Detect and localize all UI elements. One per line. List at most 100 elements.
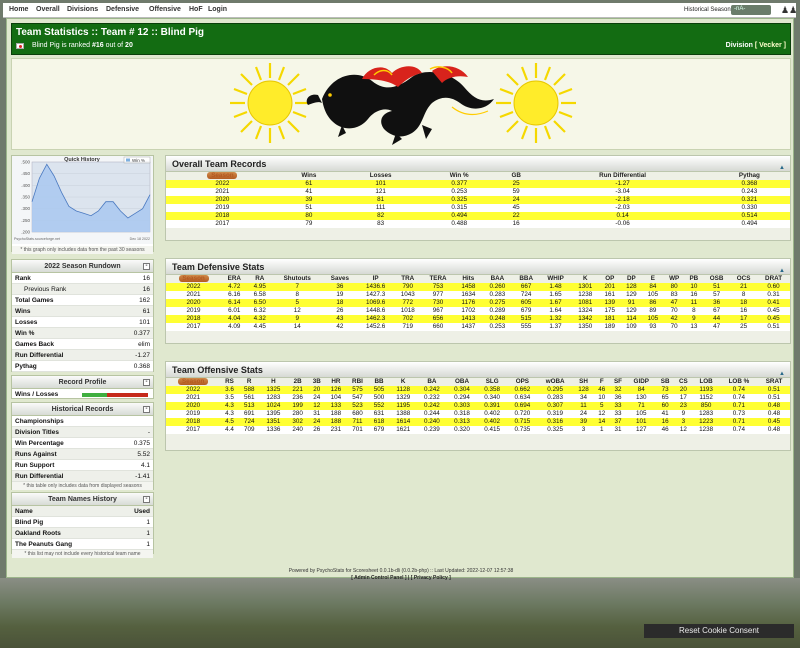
column-header[interactable]: WP <box>664 275 685 283</box>
column-header[interactable]: Season <box>166 275 221 283</box>
column-header[interactable]: SB <box>656 378 674 386</box>
column-header[interactable]: Wins <box>279 172 339 180</box>
column-header[interactable]: Win % <box>422 172 496 180</box>
column-header[interactable]: OPS <box>507 378 537 386</box>
collapse-arrow-icon[interactable]: ▲ <box>779 366 785 382</box>
users-icon[interactable]: ♟♟ <box>781 6 797 15</box>
admin-panel-link[interactable]: [ Admin Control Panel ] <box>351 575 406 581</box>
column-header[interactable]: DP <box>621 275 643 283</box>
table-cell: 16 <box>684 291 704 300</box>
column-header[interactable]: ERA <box>221 275 247 283</box>
table-cell: 240 <box>287 426 309 435</box>
column-header[interactable]: BA <box>417 378 447 386</box>
column-header[interactable]: DRAT <box>757 275 790 283</box>
column-header[interactable]: PB <box>685 275 704 283</box>
table-cell: 575 <box>346 386 369 395</box>
division-link[interactable]: [ Vecker ] <box>755 42 786 49</box>
reset-cookie-button[interactable]: Reset Cookie Consent <box>644 624 794 638</box>
sort-season-button[interactable]: Season <box>207 172 238 179</box>
table-cell: 2017 <box>166 426 221 435</box>
nav-home[interactable]: Home <box>9 6 28 13</box>
column-header[interactable]: HR <box>325 378 346 386</box>
column-header[interactable]: RS <box>220 378 238 386</box>
table-cell: 0.320 <box>446 426 478 435</box>
nav-hof[interactable]: HoF <box>189 6 203 13</box>
column-header[interactable]: Season <box>166 172 279 180</box>
table-cell: 0.715 <box>507 418 538 427</box>
collapse-icon[interactable]: - <box>143 263 150 270</box>
nav-divisions[interactable]: Divisions <box>67 6 98 13</box>
column-header[interactable]: RA <box>247 275 272 283</box>
nav-login[interactable]: Login <box>208 6 227 13</box>
table-cell: 41 <box>278 188 339 197</box>
column-header[interactable]: OP <box>599 275 621 283</box>
column-header[interactable]: wOBA <box>537 378 572 386</box>
column-header[interactable]: K <box>571 275 599 283</box>
column-header[interactable]: BAA <box>482 275 513 283</box>
column-header[interactable]: 2B <box>287 378 308 386</box>
table-cell: 8 <box>272 291 323 300</box>
column-header[interactable]: CS <box>674 378 692 386</box>
column-header[interactable]: E <box>642 275 664 283</box>
table-cell: 679 <box>368 426 390 435</box>
column-header[interactable]: SF <box>609 378 626 386</box>
column-header[interactable]: Season <box>166 378 220 386</box>
nav-overall[interactable]: Overall <box>36 6 60 13</box>
table-cell: 8 <box>730 291 758 300</box>
table-cell: 11 <box>572 402 595 411</box>
column-header[interactable]: GIDP <box>626 378 656 386</box>
column-header[interactable]: SLG <box>477 378 507 386</box>
column-header[interactable]: SH <box>573 378 594 386</box>
column-header[interactable]: Saves <box>323 275 358 283</box>
column-header[interactable]: TERA <box>422 275 455 283</box>
collapse-arrow-icon[interactable]: ▲ <box>779 263 785 279</box>
table-row: 2022 3.6 588 1325 221 20 126 575 505 1128 0.242 0.3… <box>166 386 790 395</box>
column-header[interactable]: GB <box>496 172 536 180</box>
record-profile-title: Record Profile - <box>12 376 153 389</box>
seasons-select[interactable]: -nA- <box>731 5 771 15</box>
quick-history-box: Quick History Win % .500.450.400.350.300… <box>11 155 154 254</box>
column-header[interactable]: IP <box>357 275 394 283</box>
column-header[interactable]: SRAT <box>758 378 790 386</box>
table-cell: 0.402 <box>477 410 508 419</box>
column-header[interactable]: BBA <box>513 275 540 283</box>
column-header[interactable]: Pythag <box>709 172 790 180</box>
column-header[interactable]: Run Differential <box>536 172 708 180</box>
column-header[interactable]: OSB <box>703 275 730 283</box>
collapse-icon[interactable]: - <box>143 406 150 413</box>
column-header[interactable]: LOB % <box>720 378 758 386</box>
privacy-policy-link[interactable]: [ Privacy Policy ] <box>411 575 451 581</box>
collapse-icon[interactable]: - <box>143 379 150 386</box>
table-cell: 2021 <box>166 291 222 300</box>
collapse-icon[interactable]: - <box>143 496 150 503</box>
column-header[interactable]: OCS <box>730 275 757 283</box>
record-profile-box: Record Profile - Wins / Losses <box>11 375 154 399</box>
column-header[interactable]: BB <box>368 378 389 386</box>
column-header[interactable]: Losses <box>339 172 423 180</box>
table-cell: 1043 <box>393 291 422 300</box>
table-cell: 2018 <box>166 418 221 427</box>
column-header[interactable]: WHIP <box>540 275 572 283</box>
sort-season-button[interactable]: Season <box>178 378 209 385</box>
column-header[interactable]: R <box>239 378 260 386</box>
column-header[interactable]: H <box>260 378 287 386</box>
column-header[interactable]: Shutouts <box>272 275 322 283</box>
column-header[interactable]: LOB <box>693 378 720 386</box>
column-header[interactable]: K <box>390 378 417 386</box>
table-cell: 82 <box>338 212 423 221</box>
column-header[interactable]: OBA <box>447 378 477 386</box>
nav-defensive[interactable]: Defensive <box>106 6 139 13</box>
nav-offensive[interactable]: Offensive <box>149 6 181 13</box>
table-cell: 231 <box>325 426 347 435</box>
table-cell: 1452.6 <box>357 323 394 332</box>
column-header[interactable]: RBI <box>347 378 369 386</box>
sort-season-button[interactable]: Season <box>178 275 209 282</box>
table-cell: 105 <box>642 315 664 324</box>
column-header[interactable]: TRA <box>394 275 422 283</box>
column-header[interactable]: Hits <box>455 275 483 283</box>
column-header[interactable]: F <box>594 378 609 386</box>
collapse-arrow-icon[interactable]: ▲ <box>779 160 785 176</box>
table-cell: 81 <box>338 196 423 205</box>
table-cell: 1462.3 <box>357 315 394 324</box>
column-header[interactable]: 3B <box>308 378 325 386</box>
